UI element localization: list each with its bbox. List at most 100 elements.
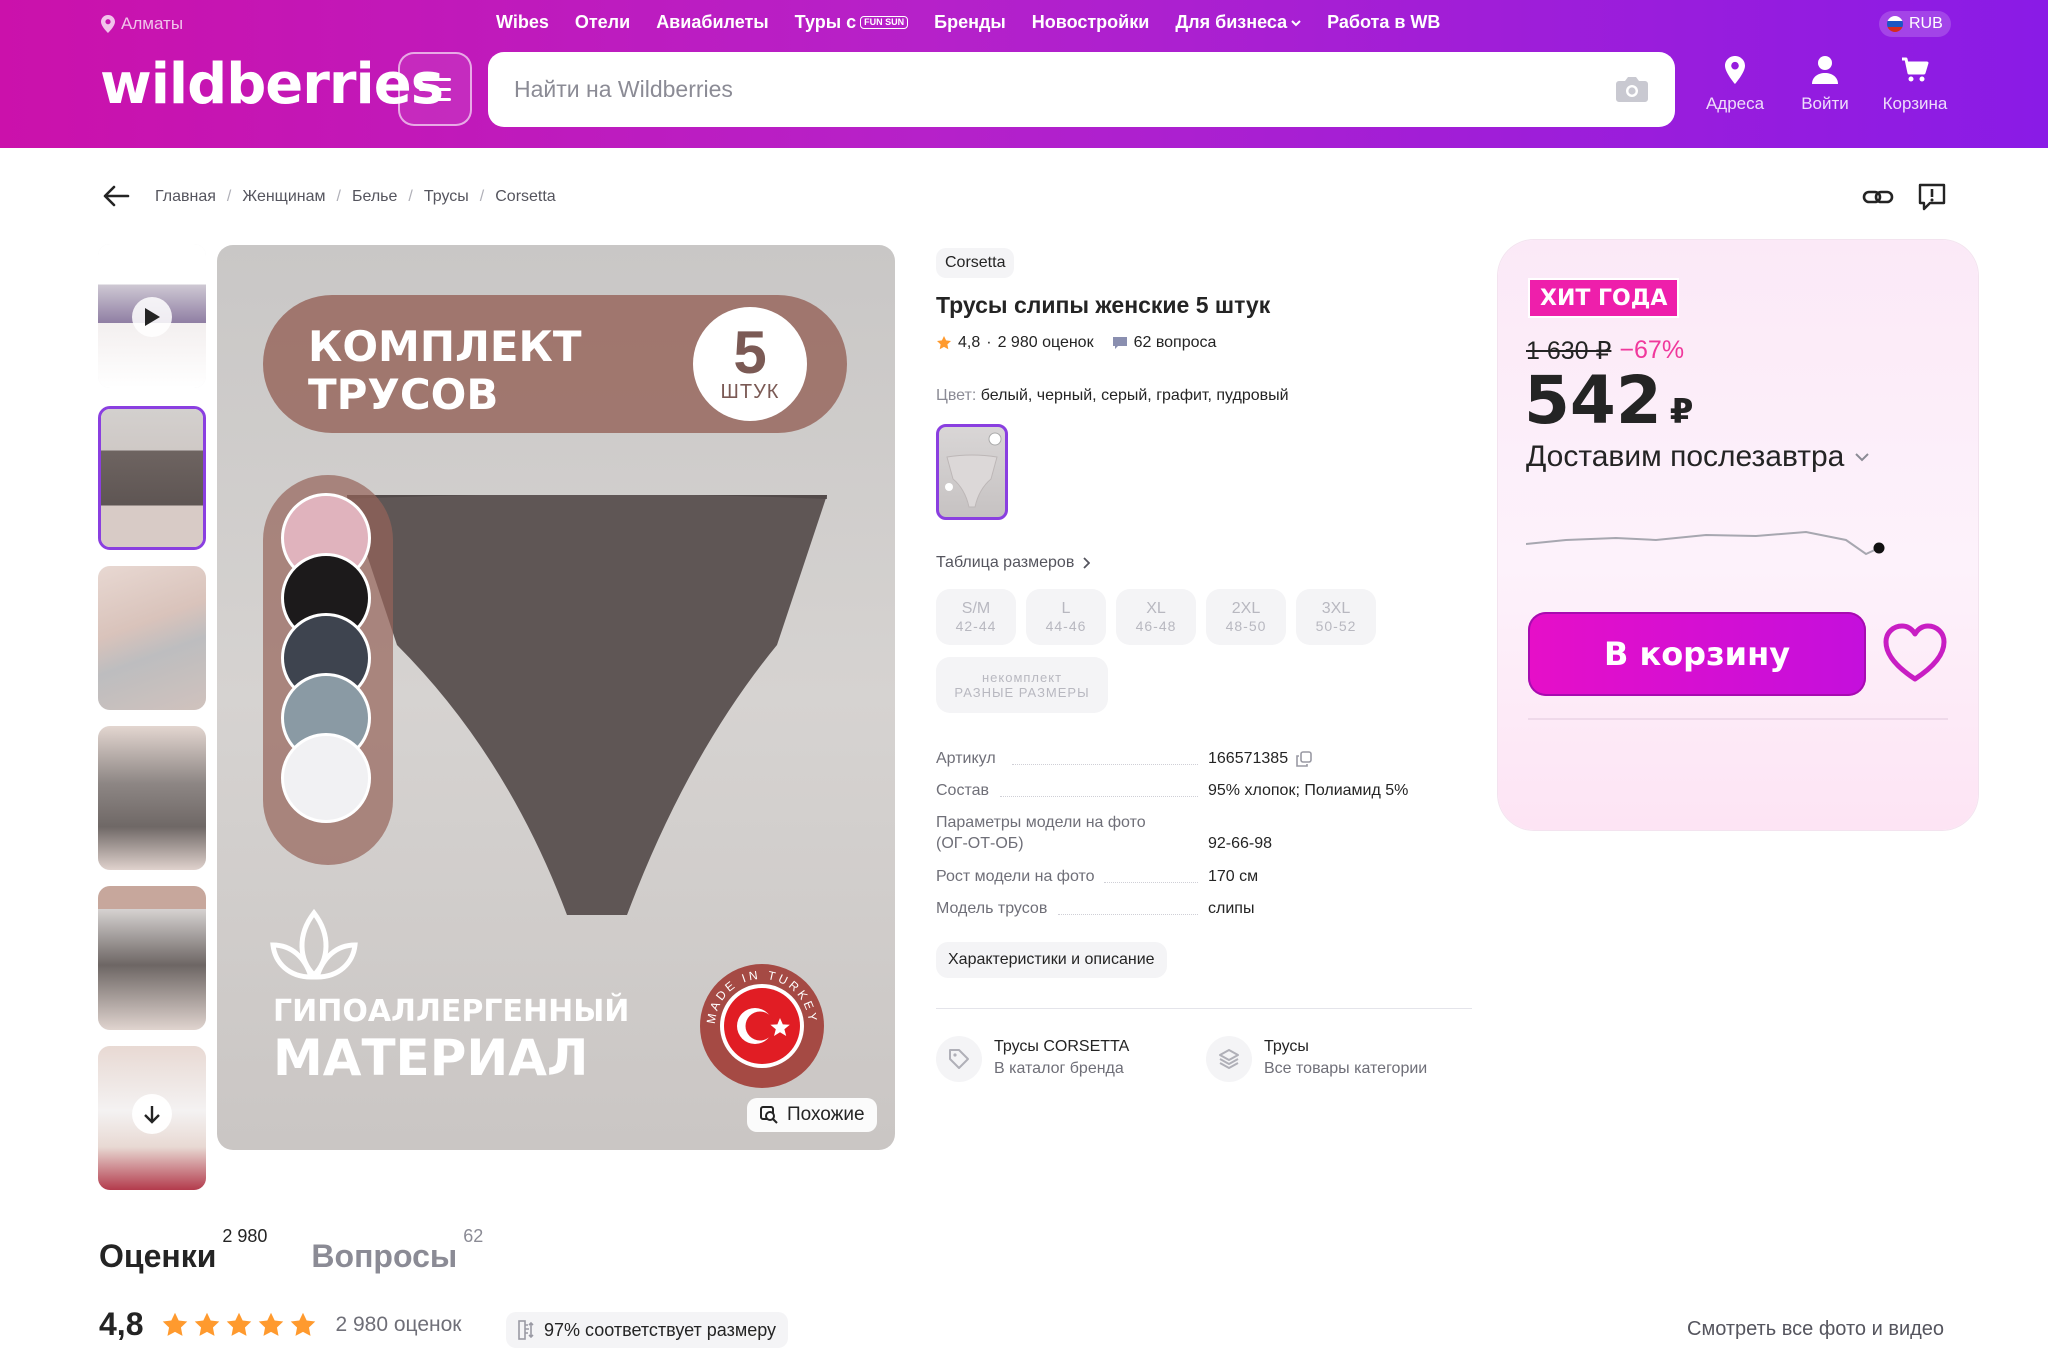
thumbnail-4[interactable] — [98, 886, 206, 1030]
breadcrumb-home[interactable]: Главная — [155, 188, 216, 206]
breadcrumb-women[interactable]: Женщинам — [242, 188, 325, 206]
price-history-sparkline[interactable] — [1526, 510, 1906, 570]
thumbnail-5[interactable] — [98, 1046, 206, 1190]
tab-questions[interactable]: Вопросы 62 — [311, 1226, 483, 1275]
scroll-down-button[interactable] — [132, 1094, 172, 1134]
param-row: Артикул 166571385 — [936, 748, 1476, 769]
material-line-2: МАТЕРИАЛ — [273, 1029, 589, 1087]
similar-button[interactable]: Похожие — [747, 1098, 877, 1132]
characteristics-button[interactable]: Характеристики и описание — [936, 942, 1167, 978]
search-input[interactable] — [514, 52, 1574, 127]
size-ru: 50-52 — [1315, 618, 1357, 634]
login-label: Войти — [1801, 94, 1849, 113]
addresses-button[interactable]: Адреса — [1690, 54, 1780, 114]
size-mixed-line-1: некомплект — [981, 670, 1063, 685]
nav-new-buildings[interactable]: Новостройки — [1032, 12, 1150, 33]
tab-reviews[interactable]: Оценки 2 980 — [99, 1226, 267, 1275]
size-option-sm[interactable]: S/M 42-44 — [936, 589, 1016, 645]
camera-icon[interactable] — [1615, 74, 1649, 104]
divider — [1528, 718, 1948, 720]
thumbnail-video[interactable] — [98, 244, 206, 388]
see-all-media-link[interactable]: Смотреть все фото и видео — [1687, 1318, 1944, 1341]
breadcrumb-underwear[interactable]: Белье — [352, 188, 397, 206]
brand-link-title: Трусы CORSETTA — [994, 1038, 1130, 1055]
rating-count[interactable]: 2 980 оценок — [998, 334, 1094, 352]
main-product-image[interactable]: КОМПЛЕКТ ТРУСОВ 5 ШТУК ГИПОАЛЛЕРГЕННЫЙ М… — [217, 245, 895, 1150]
thumbnail-image — [101, 409, 203, 547]
size-ru: 44-46 — [1045, 618, 1087, 634]
thumbnail-1[interactable] — [98, 406, 206, 550]
color-line: Цвет: белый, черный, серый, графит, пудр… — [936, 387, 1289, 405]
banner-line-2: ТРУСОВ — [308, 370, 499, 419]
thumbnail-2[interactable] — [98, 566, 206, 710]
dotted-leader — [1104, 882, 1198, 883]
nav-brands[interactable]: Бренды — [934, 12, 1006, 33]
category-link[interactable]: Трусы Все товары категории — [1206, 1036, 1446, 1082]
wildberries-logo[interactable]: wildberries — [100, 52, 444, 117]
article-number: 166571385 — [1208, 750, 1289, 767]
link-icon[interactable] — [1862, 182, 1894, 212]
hit-of-year-badge: ХИТ ГОДА — [1528, 278, 1680, 318]
breadcrumb-brand[interactable]: Corsetta — [495, 188, 555, 206]
back-arrow-icon[interactable] — [102, 184, 130, 208]
nav-business[interactable]: Для бизнеса — [1175, 12, 1301, 33]
param-key: Параметры модели на фото (ОГ-ОТ-ОБ) — [936, 812, 1176, 854]
location-icon — [1725, 56, 1745, 84]
reviews-count: 2 980 оценок — [335, 1312, 462, 1336]
cart-button[interactable]: Корзина — [1870, 54, 1960, 114]
brand-catalog-link[interactable]: Трусы CORSETTA В каталог бренда — [936, 1036, 1176, 1082]
size-option-2xl[interactable]: 2XL 48-50 — [1206, 589, 1286, 645]
city-selector[interactable]: Алматы — [101, 14, 183, 34]
star-icon — [227, 1312, 252, 1336]
size-label: 3XL — [1321, 600, 1351, 617]
currency-selector[interactable]: RUB — [1879, 11, 1951, 37]
heart-icon[interactable] — [1882, 622, 1948, 686]
thumbnail-image — [98, 726, 206, 870]
color-variant-thumbnail[interactable] — [936, 424, 1008, 520]
menu-button[interactable] — [398, 52, 472, 126]
material-line-1: ГИПОАЛЛЕРГЕННЫЙ — [273, 994, 630, 1029]
add-to-cart-button[interactable]: В корзину — [1528, 612, 1866, 696]
rating-separator: · — [986, 334, 992, 351]
nav-tours[interactable]: Туры с FUN SUN — [795, 12, 909, 33]
size-option-l[interactable]: L 44-46 — [1026, 589, 1106, 645]
breadcrumb-panties[interactable]: Трусы — [424, 188, 469, 206]
banner-text: КОМПЛЕКТ ТРУСОВ — [308, 323, 582, 419]
nav-work[interactable]: Работа в WB — [1327, 12, 1440, 33]
delivery-info[interactable]: Доставим послезавтра — [1526, 440, 1870, 474]
copy-icon[interactable] — [1296, 750, 1312, 767]
brand-tag[interactable]: Corsetta — [936, 248, 1015, 278]
thumbnail-3[interactable] — [98, 726, 206, 870]
size-label: XL — [1146, 600, 1166, 617]
questions-count[interactable]: 62 вопроса — [1134, 334, 1217, 352]
size-ru: 46-48 — [1135, 618, 1177, 634]
size-fit-text: 97% соответствует размеру — [544, 1319, 777, 1340]
nav-hotels[interactable]: Отели — [575, 12, 630, 33]
swatch-white — [281, 733, 371, 823]
report-icon[interactable] — [1916, 182, 1948, 212]
price-value: 542 — [1524, 362, 1662, 439]
size-option-mixed[interactable]: некомплект РАЗНЫЕ РАЗМЕРЫ — [936, 657, 1108, 713]
login-button[interactable]: Войти — [1780, 54, 1870, 114]
size-option-xl[interactable]: XL 46-48 — [1116, 589, 1196, 645]
product-rating: 4,8 — [958, 334, 981, 351]
category-link-sub: Все товары категории — [1264, 1060, 1428, 1077]
nav-wibes[interactable]: Wibes — [496, 12, 549, 33]
param-key: Состав — [936, 780, 1208, 801]
size-table-link[interactable]: Таблица размеров — [936, 554, 1091, 572]
search-bar — [488, 52, 1675, 127]
tab-questions-count: 62 — [463, 1226, 484, 1246]
breadcrumb: Главная / Женщинам / Белье / Трусы / Corsett… — [155, 188, 556, 206]
breadcrumb-separator: / — [336, 188, 341, 205]
size-option-3xl[interactable]: 3XL 50-52 — [1296, 589, 1376, 645]
pack-count-label: ШТУК — [720, 380, 780, 403]
param-key: Рост модели на фото — [936, 866, 1208, 887]
banner-line-1: КОМПЛЕКТ — [308, 322, 582, 371]
param-key-text: Артикул — [936, 750, 996, 767]
breadcrumb-separator: / — [479, 188, 485, 205]
thumbnail-image — [98, 886, 206, 1030]
param-row: Параметры модели на фото (ОГ-ОТ-ОБ) 92-6… — [936, 812, 1476, 854]
tab-reviews-count: 2 980 — [222, 1226, 268, 1246]
nav-flights[interactable]: Авиабилеты — [656, 12, 768, 33]
layers-icon — [1219, 1049, 1239, 1069]
